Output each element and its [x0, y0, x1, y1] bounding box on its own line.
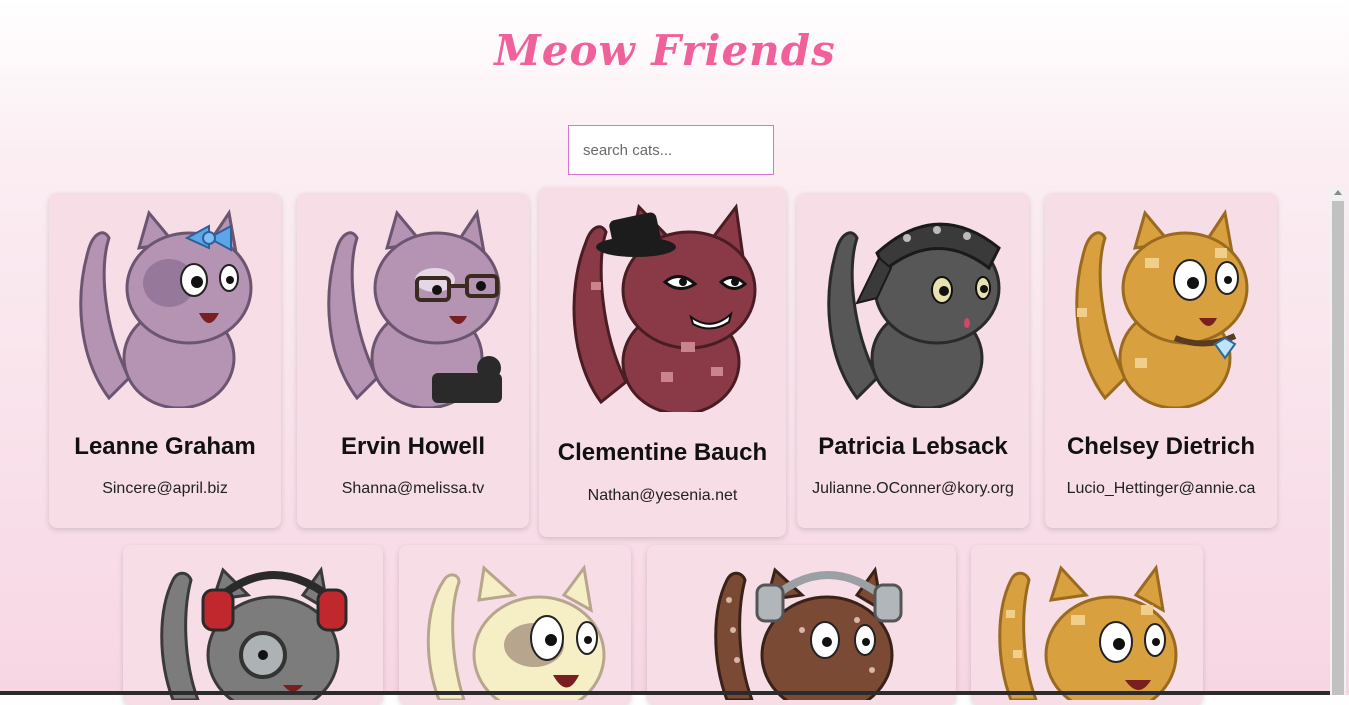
cat-email: Shanna@melissa.tv — [341, 480, 485, 497]
cat-image — [426, 564, 606, 700]
search-input[interactable] — [568, 125, 774, 175]
cat-name: Chelsey Dietrich — [1066, 433, 1256, 460]
page-title: Meow Friends — [494, 26, 836, 75]
cat-email: Julianne.OConner@kory.org — [812, 480, 1014, 497]
cat-name: Patricia Lebsack — [818, 433, 1008, 460]
vertical-scrollbar[interactable] — [1330, 185, 1346, 695]
cat-image — [572, 203, 757, 412]
cat-image — [714, 566, 903, 700]
cat-image — [827, 222, 1001, 408]
cat-name: Clementine Bauch — [557, 439, 768, 466]
cat-email: Sincere@april.biz — [102, 480, 228, 497]
cat-name: Ervin Howell — [340, 433, 486, 460]
cat-card[interactable] — [971, 545, 1203, 705]
cat-card[interactable]: Ervin Howell Shanna@melissa.tv — [297, 193, 529, 528]
scroll-up-arrow-icon[interactable] — [1334, 190, 1342, 195]
cat-image — [1075, 209, 1249, 408]
cat-image — [79, 209, 253, 408]
window-bottom-edge — [0, 691, 1330, 695]
cat-card[interactable]: Leanne Graham Sincere@april.biz — [49, 193, 281, 528]
cat-image — [327, 209, 502, 408]
cat-email: Nathan@yesenia.net — [587, 487, 738, 504]
cat-image — [998, 564, 1178, 700]
cat-card[interactable] — [123, 545, 383, 705]
cat-card[interactable] — [399, 545, 631, 705]
scrollbar-thumb[interactable] — [1332, 201, 1344, 695]
cat-card[interactable]: Patricia Lebsack Julianne.OConner@kory.o… — [797, 193, 1029, 528]
cat-email: Lucio_Hettinger@annie.ca — [1066, 480, 1256, 497]
cat-card[interactable]: Clementine Bauch Nathan@yesenia.net — [539, 187, 786, 537]
cat-card[interactable]: Chelsey Dietrich Lucio_Hettinger@annie.c… — [1045, 193, 1277, 528]
cat-image — [160, 566, 348, 700]
cat-name: Leanne Graham — [74, 433, 256, 460]
cat-card[interactable] — [647, 545, 956, 705]
